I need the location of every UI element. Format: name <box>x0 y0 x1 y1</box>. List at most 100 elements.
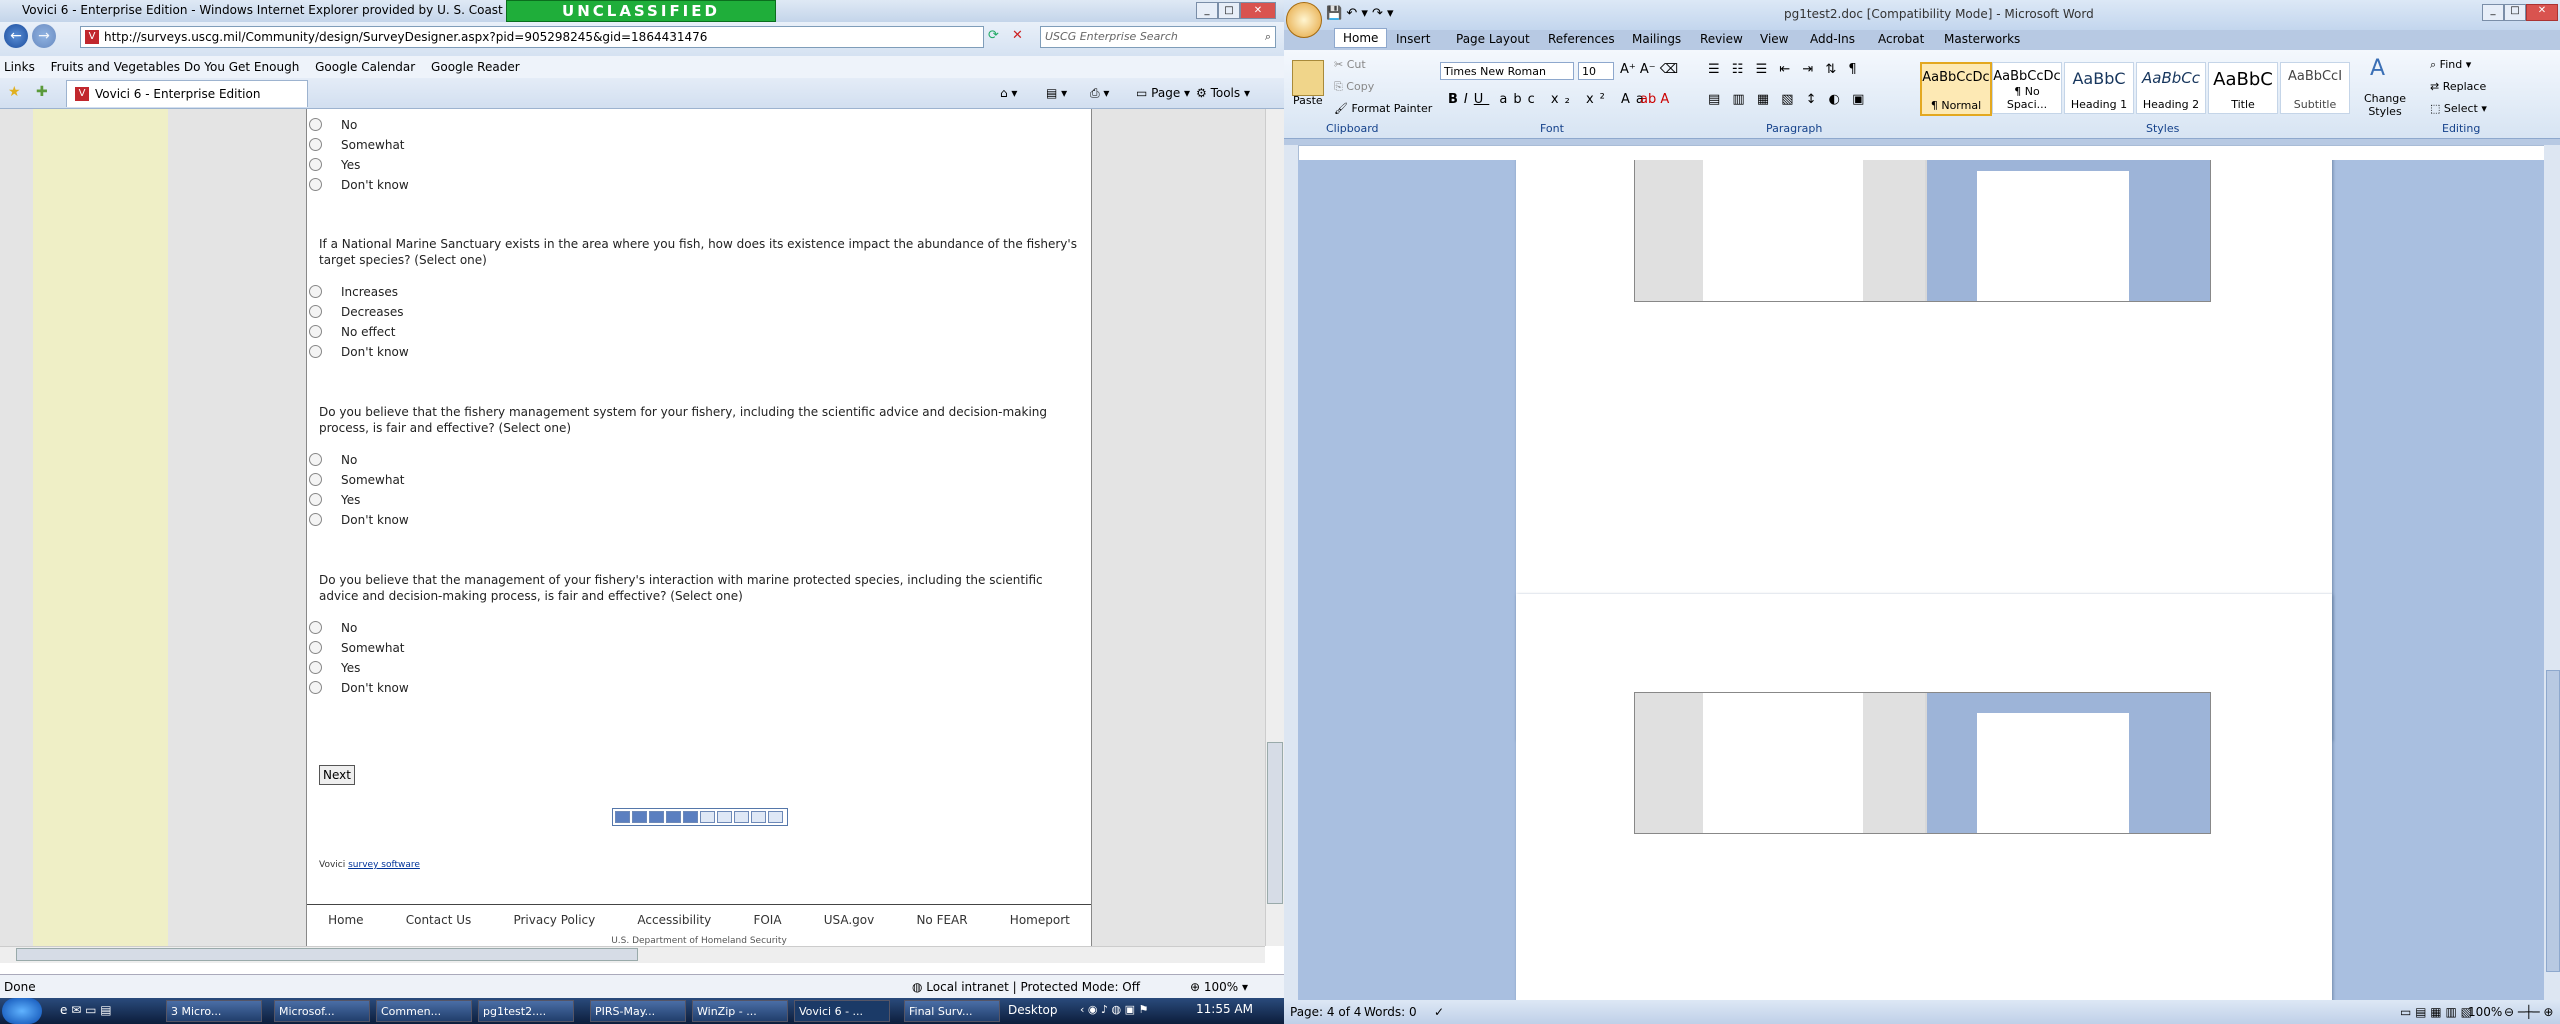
page-menu[interactable]: ▭ Page ▾ <box>1136 84 1190 102</box>
search-input[interactable]: USCG Enterprise Search ⌕ <box>1040 26 1276 48</box>
zoom-slider[interactable]: ⊖ ─┼─ ⊕ <box>2504 1000 2553 1024</box>
link-fruits-vegetables[interactable]: Fruits and Vegetables Do You Get Enough <box>51 60 300 74</box>
grow-shrink-font-icons[interactable]: A⁺ A⁻ ⌫ <box>1620 62 1678 77</box>
ie-horizontal-scroll-thumb[interactable] <box>16 948 638 961</box>
tab-insert[interactable]: Insert <box>1396 32 1430 46</box>
footer-accessibility[interactable]: Accessibility <box>637 913 711 927</box>
style-subtitle[interactable]: AaBbCcI Subtitle <box>2280 62 2350 114</box>
tab-mailings[interactable]: Mailings <box>1632 32 1681 46</box>
style-title[interactable]: AaBbC Title <box>2208 62 2278 114</box>
word-close-button[interactable]: ✕ <box>2526 4 2558 21</box>
survey-software-link[interactable]: survey software <box>348 860 420 870</box>
ie-vertical-scroll-thumb[interactable] <box>1267 742 1283 904</box>
font-size-select[interactable]: 10 <box>1578 62 1614 80</box>
task-vovici[interactable]: Vovici 6 - ... <box>794 1000 890 1022</box>
radio-q3-no[interactable]: No <box>308 621 357 635</box>
footer-usa-gov[interactable]: USA.gov <box>824 913 875 927</box>
task-micro[interactable]: 3 Micro... <box>166 1000 262 1022</box>
footer-foia[interactable]: FOIA <box>753 913 781 927</box>
radio-top-somewhat[interactable]: Somewhat <box>309 138 405 152</box>
paste-button[interactable]: Paste <box>1293 94 1323 107</box>
tab-add-ins[interactable]: Add-Ins <box>1810 32 1855 46</box>
minimize-button[interactable]: _ <box>1196 2 1218 19</box>
cut-button[interactable]: ✂ Cut <box>1334 58 1366 71</box>
word-zoom-level[interactable]: 100% <box>2468 1000 2502 1024</box>
style-normal[interactable]: AaBbCcDc ¶ Normal <box>1920 62 1992 116</box>
radio-q2-dont-know[interactable]: Don't know <box>309 513 409 527</box>
office-button[interactable] <box>1286 2 1322 38</box>
find-button[interactable]: ⌕ Find ▾ <box>2430 58 2471 72</box>
format-painter-button[interactable]: 🖌 Format Painter <box>1334 102 1432 115</box>
radio-q3-yes[interactable]: Yes <box>308 661 360 675</box>
radio-top-yes[interactable]: Yes <box>308 158 360 172</box>
font-color-icon[interactable]: ab A <box>1640 92 1669 107</box>
radio-q3-somewhat[interactable]: Somewhat <box>309 641 405 655</box>
style-heading-1[interactable]: AaBbC Heading 1 <box>2064 62 2134 114</box>
desktop-toolbar[interactable]: Desktop <box>1008 1003 1058 1017</box>
tools-menu[interactable]: ⚙ Tools ▾ <box>1196 84 1250 102</box>
word-minimize-button[interactable]: _ <box>2482 4 2504 21</box>
font-format-icons[interactable]: BIU abc x₂ x² Aa <box>1448 92 1650 107</box>
word-maximize-button[interactable]: □ <box>2504 4 2526 21</box>
footer-privacy-policy[interactable]: Privacy Policy <box>513 913 595 927</box>
copy-button[interactable]: ⎘ Copy <box>1334 80 1374 94</box>
task-winzip[interactable]: WinZip - ... <box>692 1000 788 1022</box>
radio-top-no[interactable]: No <box>308 118 357 132</box>
tab-acrobat[interactable]: Acrobat <box>1878 32 1924 46</box>
tab-masterworks[interactable]: Masterworks <box>1944 32 2020 46</box>
add-favorite-icon[interactable]: ✚ <box>36 84 48 100</box>
close-button[interactable]: ✕ <box>1240 2 1276 19</box>
proofing-icon[interactable]: ✓ <box>1434 1000 1444 1024</box>
font-name-select[interactable]: Times New Roman <box>1440 62 1574 80</box>
paste-icon[interactable] <box>1292 60 1324 96</box>
tab-review[interactable]: Review <box>1700 32 1743 46</box>
footer-homeport[interactable]: Homeport <box>1010 913 1070 927</box>
tab-page-layout[interactable]: Page Layout <box>1456 32 1530 46</box>
start-button[interactable] <box>2 998 42 1024</box>
stop-icon[interactable]: ✕ <box>1012 28 1023 43</box>
home-icon[interactable]: ⌂ ▾ <box>1000 84 1017 102</box>
tab-home[interactable]: Home <box>1334 28 1388 48</box>
footer-home[interactable]: Home <box>328 913 363 927</box>
radio-top-dont-know[interactable]: Don't know <box>309 178 409 192</box>
next-button[interactable]: Next <box>319 765 355 785</box>
radio-q2-somewhat[interactable]: Somewhat <box>309 473 405 487</box>
footer-contact-us[interactable]: Contact Us <box>406 913 472 927</box>
link-google-reader[interactable]: Google Reader <box>431 60 520 74</box>
back-button[interactable]: ← <box>4 24 28 48</box>
browser-tab-vovici[interactable]: V Vovici 6 - Enterprise Edition <box>66 80 308 107</box>
tab-references[interactable]: References <box>1548 32 1615 46</box>
link-google-calendar[interactable]: Google Calendar <box>315 60 415 74</box>
list-icons[interactable]: ☰ ☷ ☰ ⇤ ⇥ ⇅ ¶ <box>1708 62 1861 77</box>
page-count[interactable]: Page: 4 of 4 <box>1290 1000 1361 1024</box>
vertical-ruler[interactable] <box>1284 145 1298 1000</box>
alignment-icons[interactable]: ▤ ▥ ▦ ▧ ↕ ◐ ▣ <box>1708 92 1868 107</box>
task-pirs[interactable]: PIRS-May... <box>590 1000 686 1022</box>
tray-icons[interactable]: ‹ ◉ ♪ ◍ ▣ ⚑ <box>1080 1003 1148 1016</box>
search-icon[interactable]: ⌕ <box>1265 27 1271 47</box>
feeds-icon[interactable]: ▤ ▾ <box>1046 84 1067 102</box>
word-vertical-scroll-thumb[interactable] <box>2546 670 2560 972</box>
quick-access-toolbar[interactable]: 💾 ↶ ▾ ↷ ▾ <box>1326 6 1394 21</box>
radio-q1-dont-know[interactable]: Don't know <box>309 345 409 359</box>
footer-no-fear[interactable]: No FEAR <box>916 913 967 927</box>
radio-no-effect[interactable]: No effect <box>308 325 395 339</box>
task-pg1test2[interactable]: pg1test2.... <box>478 1000 574 1022</box>
print-icon[interactable]: ⎙ ▾ <box>1090 84 1109 102</box>
radio-decreases[interactable]: Decreases <box>309 305 404 319</box>
address-field[interactable]: Vhttp://surveys.uscg.mil/Community/desig… <box>80 26 984 48</box>
quick-launch-icons[interactable]: e ✉ ▭ ▤ <box>60 1003 112 1017</box>
change-styles-icon[interactable]: A <box>2370 56 2385 81</box>
style-no-spacing[interactable]: AaBbCcDc ¶ No Spaci... <box>1992 62 2062 114</box>
tab-view[interactable]: View <box>1760 32 1788 46</box>
word-count[interactable]: Words: 0 <box>1364 1000 1417 1024</box>
zoom-level[interactable]: ⊕ 100% ▾ <box>1190 975 1248 999</box>
radio-increases[interactable]: Increases <box>308 285 398 299</box>
forward-button[interactable]: → <box>32 24 56 48</box>
select-button[interactable]: ⬚ Select ▾ <box>2430 102 2487 115</box>
refresh-icon[interactable]: ⟳ <box>988 28 999 43</box>
view-buttons-icons[interactable]: ▭ ▤ ▦ ▥ ▧ <box>2400 1000 2472 1024</box>
task-microsoft[interactable]: Microsof... <box>274 1000 370 1022</box>
radio-q2-no[interactable]: No <box>308 453 357 467</box>
taskbar-clock[interactable]: 11:55 AM <box>1196 1002 1253 1016</box>
